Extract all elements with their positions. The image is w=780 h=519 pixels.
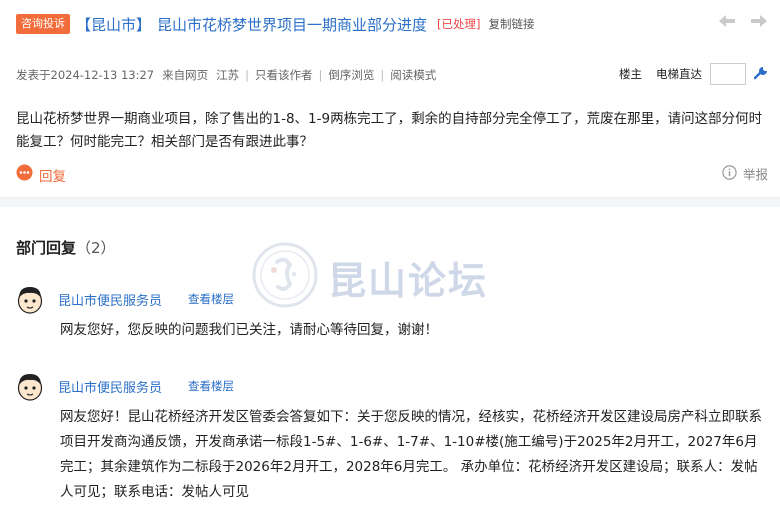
status-badge: [已处理] xyxy=(437,17,481,31)
meta-separator: | xyxy=(380,68,385,82)
reply-button[interactable]: 回复 xyxy=(16,164,66,185)
wrench-icon[interactable] xyxy=(753,66,768,83)
thread-title-row: 咨询投诉 【昆山市】 昆山市花桥梦世界项目一期商业部分进度 [已处理] 复制链接 xyxy=(16,12,535,36)
post-location: 江苏 xyxy=(216,68,240,82)
thread-title[interactable]: 【昆山市】 昆山市花桥梦世界项目一期商业部分进度 xyxy=(76,14,427,35)
dept-replies-count: （2） xyxy=(76,239,116,257)
floor-label: 楼主 xyxy=(619,67,642,81)
info-icon xyxy=(722,164,737,183)
post-source: 来自网页 xyxy=(162,68,209,82)
region-label[interactable]: 【昆山市】 xyxy=(76,16,151,34)
elevator-label: 电梯直达 xyxy=(656,67,702,81)
reverse-order-link[interactable]: 倒序浏览 xyxy=(328,67,374,83)
next-thread-icon[interactable] xyxy=(750,14,768,28)
report-button[interactable]: 举报 xyxy=(722,164,768,183)
report-label[interactable]: 举报 xyxy=(743,164,768,183)
thread-title-text[interactable]: 昆山市花桥梦世界项目一期商业部分进度 xyxy=(157,16,427,34)
meta-separator: | xyxy=(318,68,323,82)
prev-thread-icon[interactable] xyxy=(718,14,736,28)
dept-replies-title-text: 部门回复 xyxy=(16,239,77,257)
reply-content: 网友您好，您反映的问题我们已关注，请耐心等待回复，谢谢！ xyxy=(60,322,438,338)
category-tag[interactable]: 咨询投诉 xyxy=(16,14,70,34)
author-only-link[interactable]: 只看该作者 xyxy=(255,67,313,83)
post-meta: 发表于2024-12-13 13:27 来自网页 江苏 | 只看该作者 | 倒序… xyxy=(16,66,436,84)
reading-mode-link[interactable]: 阅读模式 xyxy=(390,67,436,83)
section-divider xyxy=(0,197,780,207)
reply-content: 网友您好！昆山花桥经济开发区管委会答复如下：关于您反映的情况，经核实，花桥经济开… xyxy=(60,409,762,500)
reply-icon xyxy=(16,164,33,185)
responder-name[interactable]: 昆山市便民服务员 xyxy=(58,290,162,309)
dept-replies-title: 部门回复（2） xyxy=(16,237,116,258)
dept-reply-item: 昆山市便民服务员 查看楼层 网友您好，您反映的问题我们已关注，请耐心等待回复，谢… xyxy=(16,284,768,343)
thread-nav xyxy=(718,14,768,28)
avatar[interactable] xyxy=(16,284,44,314)
responder-name[interactable]: 昆山市便民服务员 xyxy=(58,377,162,396)
meta-separator: | xyxy=(245,68,250,82)
view-floor-link[interactable]: 查看楼层 xyxy=(188,291,234,307)
dept-reply-item: 昆山市便民服务员 查看楼层 网友您好！昆山花桥经济开发区管委会答复如下：关于您反… xyxy=(16,371,768,505)
floor-jump: 楼主 电梯直达 xyxy=(619,63,768,85)
avatar[interactable] xyxy=(16,371,44,401)
view-floor-link[interactable]: 查看楼层 xyxy=(188,378,234,394)
floor-number-input[interactable] xyxy=(710,63,746,85)
post-content: 昆山花桥梦世界一期商业项目，除了售出的1-8、1-9两栋完工了，剩余的自持部分完… xyxy=(16,111,763,150)
copy-link-button[interactable]: 复制链接 xyxy=(489,16,535,32)
post-time: 发表于2024-12-13 13:27 xyxy=(16,68,155,82)
reply-label[interactable]: 回复 xyxy=(39,165,66,185)
